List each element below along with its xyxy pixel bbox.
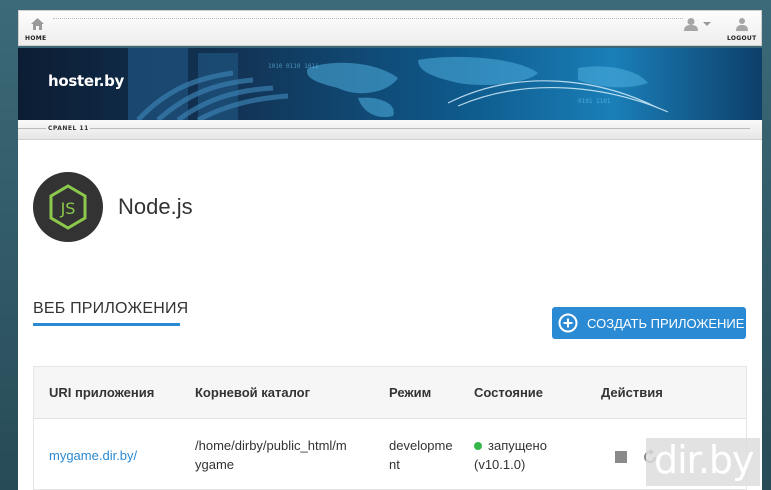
application-uri-link[interactable]: mygame.dir.by/ [49, 448, 137, 463]
logout-button[interactable]: LOGOUT [725, 14, 759, 44]
root-dir-line: ygame [195, 457, 235, 472]
root-dir-line: /home/dirby/public_html/m [195, 438, 347, 453]
column-header-mode: Режим [389, 385, 432, 400]
mode-cell: developme nt [389, 436, 453, 474]
root-dir-cell: /home/dirby/public_html/m ygame [195, 436, 347, 474]
plus-circle-icon [558, 313, 578, 333]
chevron-down-icon [703, 22, 711, 26]
banner: 1010 0110 1011 0101 1101 hoster.by [18, 48, 762, 120]
table-row: mygame.dir.by/ /home/dirby/public_html/m… [34, 420, 746, 488]
logout-icon [736, 18, 748, 31]
svg-text:0101 1101: 0101 1101 [578, 98, 611, 105]
cpanel-bar: CPANEL 11 [18, 120, 762, 140]
create-application-button[interactable]: СОЗДАТЬ ПРИЛОЖЕНИЕ [552, 307, 746, 339]
status-running-dot [474, 442, 482, 450]
create-application-label: СОЗДАТЬ ПРИЛОЖЕНИЕ [587, 316, 745, 331]
column-header-actions: Действия [601, 385, 663, 400]
mode-line: developme [389, 438, 453, 453]
user-menu[interactable] [684, 17, 714, 31]
page-title: Node.js [118, 194, 193, 219]
column-header-root: Корневой каталог [195, 385, 311, 400]
stop-icon[interactable] [615, 451, 627, 463]
divider [90, 128, 750, 129]
brand-logo: hoster.by [48, 72, 125, 90]
watermark: dir.by [646, 438, 760, 486]
mode-line: nt [389, 457, 400, 472]
logout-label: LOGOUT [727, 35, 757, 42]
section-underline [33, 323, 180, 326]
home-button[interactable]: HOME [23, 14, 51, 44]
divider [18, 128, 46, 129]
status-version: (v10.1.0) [474, 457, 526, 472]
nodejs-logo: JS [33, 172, 103, 242]
status-text: запущено [488, 438, 547, 453]
applications-table: URI приложения Корневой каталог Режим Со… [33, 366, 747, 490]
column-header-uri: URI приложения [49, 385, 155, 400]
nodejs-logo-icon: JS [49, 184, 87, 230]
table-header: URI приложения Корневой каталог Режим Со… [34, 367, 746, 419]
svg-text:1010 0110 1011: 1010 0110 1011 [268, 63, 319, 70]
svg-text:JS: JS [60, 199, 76, 218]
home-icon [31, 18, 44, 30]
user-icon [684, 18, 698, 31]
column-header-status: Состояние [474, 385, 544, 400]
section-title: ВЕБ ПРИЛОЖЕНИЯ [33, 300, 189, 317]
cpanel-label: CPANEL 11 [48, 125, 89, 132]
status-cell: запущено (v10.1.0) [474, 436, 547, 474]
uri-cell: mygame.dir.by/ [49, 446, 137, 465]
banner-art: 1010 0110 1011 0101 1101 [128, 48, 669, 120]
home-label: HOME [25, 35, 47, 42]
watermark-text: dir.by [654, 438, 755, 482]
top-bar: HOME LOGOUT [18, 10, 762, 46]
divider [53, 18, 683, 19]
